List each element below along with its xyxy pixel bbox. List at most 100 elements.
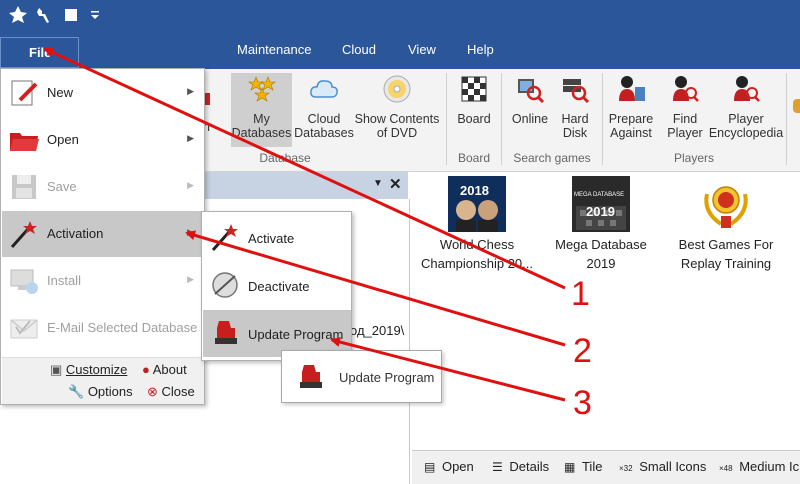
tile-view-button[interactable]: ▦ Tile xyxy=(564,459,602,474)
submenu-arrow-icon: ▶ xyxy=(187,133,194,143)
file-tab[interactable]: File xyxy=(0,37,79,68)
about-button[interactable]: ● About xyxy=(142,362,187,377)
pane-close-icon[interactable]: ✕ xyxy=(389,175,402,193)
save-disk-icon xyxy=(12,175,36,199)
medium-icons-view-button[interactable]: ×48 Medium Ic xyxy=(719,459,799,474)
menu-item-label: New xyxy=(47,85,74,100)
menu-item-label: Deactivate xyxy=(248,279,310,294)
about-label: About xyxy=(152,362,187,377)
prepare-against-button[interactable]: Prepare Against xyxy=(606,73,656,140)
menu-item-open[interactable]: Open ▶ xyxy=(2,117,204,163)
find-player-button[interactable]: Find Player xyxy=(660,73,710,140)
player-encyclopedia-button[interactable]: Player Encyclopedia xyxy=(708,73,784,140)
tab-view[interactable]: View xyxy=(408,42,436,57)
chessboard-icon xyxy=(461,76,487,102)
file-menu-footer: ▣ Customize ● About 🔧 Options ⊗ Close xyxy=(2,357,204,404)
group-label-search-games: Search games xyxy=(513,151,591,165)
online-search-icon xyxy=(518,79,545,104)
prepare-against-label: Prepare Against xyxy=(608,112,654,140)
hard-disk-search-icon xyxy=(563,79,590,104)
tile-view-icon: ▦ xyxy=(564,460,576,474)
menu-item-label: Install xyxy=(47,273,81,288)
update-program-tooltip: Update Program xyxy=(281,350,442,403)
wrench-icon[interactable] xyxy=(33,4,55,26)
menu-item-label: Save xyxy=(47,179,77,194)
submenu-arrow-icon: ▶ xyxy=(187,86,194,96)
menu-item-label: Activate xyxy=(248,231,295,246)
menu-item-label: E-Mail Selected Database xyxy=(47,320,198,335)
database-window: 2018 World Chess Championship 20... MEGA… xyxy=(412,172,800,450)
menu-item-new[interactable]: New ▶ xyxy=(2,70,204,116)
menu-item-label: Update Program xyxy=(248,327,344,342)
customize-icon: ▣ xyxy=(50,362,63,377)
submenu-arrow-icon: ▶ xyxy=(187,274,194,284)
details-view-icon: ☰ xyxy=(492,460,503,474)
ribbon-tab-bar: Maintenance Cloud View Help xyxy=(0,33,800,69)
customize-button[interactable]: ▣ Customize xyxy=(50,362,127,378)
group-label-players: Players xyxy=(673,151,714,165)
show-contents-dvd-button[interactable]: Show Contents of DVD xyxy=(353,73,441,140)
details-view-button[interactable]: ☰ Details xyxy=(492,459,549,474)
options-button[interactable]: 🔧 Options xyxy=(68,384,133,400)
tab-help[interactable]: Help xyxy=(467,42,494,57)
small-icons-view-button[interactable]: ×32 Small Icons xyxy=(619,459,706,474)
customize-label: Customize xyxy=(65,362,128,377)
database-item-mega-database[interactable]: MEGA DATABASE 2019 Mega Database 2019 xyxy=(542,176,660,273)
open-folder-icon xyxy=(10,133,39,151)
menu-item-install[interactable]: Install ▶ xyxy=(2,258,204,304)
update-program-icon xyxy=(215,321,237,344)
window-icon[interactable] xyxy=(60,4,82,26)
callout-number-2: 2 xyxy=(573,332,592,370)
database-item-world-chess[interactable]: 2018 World Chess Championship 20... xyxy=(416,176,538,273)
hard-disk-search-button[interactable]: Hard Disk xyxy=(553,73,597,140)
tab-maintenance[interactable]: Maintenance xyxy=(237,42,311,57)
submenu-arrow-icon: ▶ xyxy=(187,227,194,237)
partial-ribbon-icon xyxy=(793,99,800,113)
menu-item-activation[interactable]: Activation ▶ xyxy=(2,211,204,257)
menu-item-label: Open xyxy=(47,132,79,147)
cloud-databases-button[interactable]: Cloud Databases xyxy=(293,73,355,140)
my-databases-button[interactable]: My Databases xyxy=(231,73,292,147)
board-button[interactable]: Board xyxy=(452,73,496,126)
new-document-icon xyxy=(11,80,38,106)
magic-wand-icon xyxy=(211,224,238,251)
player-encyclopedia-icon xyxy=(734,76,760,102)
open-view-button[interactable]: ▤ Open xyxy=(424,459,474,474)
tooltip-text: Update Program xyxy=(339,370,435,385)
group-label-board: Board xyxy=(457,151,491,165)
menu-item-activate[interactable]: Activate xyxy=(203,214,351,261)
customize-toolbar-icon[interactable] xyxy=(84,4,106,26)
ribbon-separator xyxy=(786,73,787,165)
database-label: Best Games For Replay Training xyxy=(678,237,774,271)
close-button[interactable]: ⊗ Close xyxy=(147,384,195,400)
cloud-databases-label: Cloud Databases xyxy=(294,112,354,140)
tree-item-partial[interactable]: од_2019\ xyxy=(350,323,404,338)
award-medal-icon xyxy=(704,186,748,228)
ribbon-separator xyxy=(446,73,447,165)
open-view-icon: ▤ xyxy=(424,460,436,474)
database-label: World Chess Championship 20... xyxy=(420,237,533,271)
mega-badge-year: 2019 xyxy=(586,204,615,219)
pane-dropdown-icon[interactable]: ▼ xyxy=(373,178,383,189)
tab-cloud[interactable]: Cloud xyxy=(342,42,376,57)
online-search-button[interactable]: Online xyxy=(507,73,553,126)
menu-item-save[interactable]: Save ▶ xyxy=(2,164,204,210)
menu-item-label: Activation xyxy=(47,226,104,241)
email-envelope-icon xyxy=(10,319,38,339)
player-encyclopedia-label: Player Encyclopedia xyxy=(708,112,784,140)
app-logo-icon[interactable] xyxy=(7,4,29,26)
group-label-database: Database xyxy=(259,151,311,165)
open-view-label: Open xyxy=(441,459,474,474)
database-item-best-games[interactable]: Best Games For Replay Training xyxy=(670,176,782,273)
update-program-icon xyxy=(300,365,322,388)
cloud-icon xyxy=(310,80,338,98)
magic-wand-icon xyxy=(10,221,37,248)
menu-item-deactivate[interactable]: Deactivate xyxy=(203,262,351,309)
menu-item-email-database[interactable]: E-Mail Selected Database xyxy=(2,305,204,351)
show-contents-label: Show Contents of DVD xyxy=(354,112,440,140)
deactivate-globe-icon xyxy=(212,272,238,298)
options-label: Options xyxy=(87,384,133,399)
install-monitor-icon xyxy=(10,269,38,294)
small-icons-label: Small Icons xyxy=(639,459,707,474)
ribbon-separator xyxy=(602,73,603,165)
